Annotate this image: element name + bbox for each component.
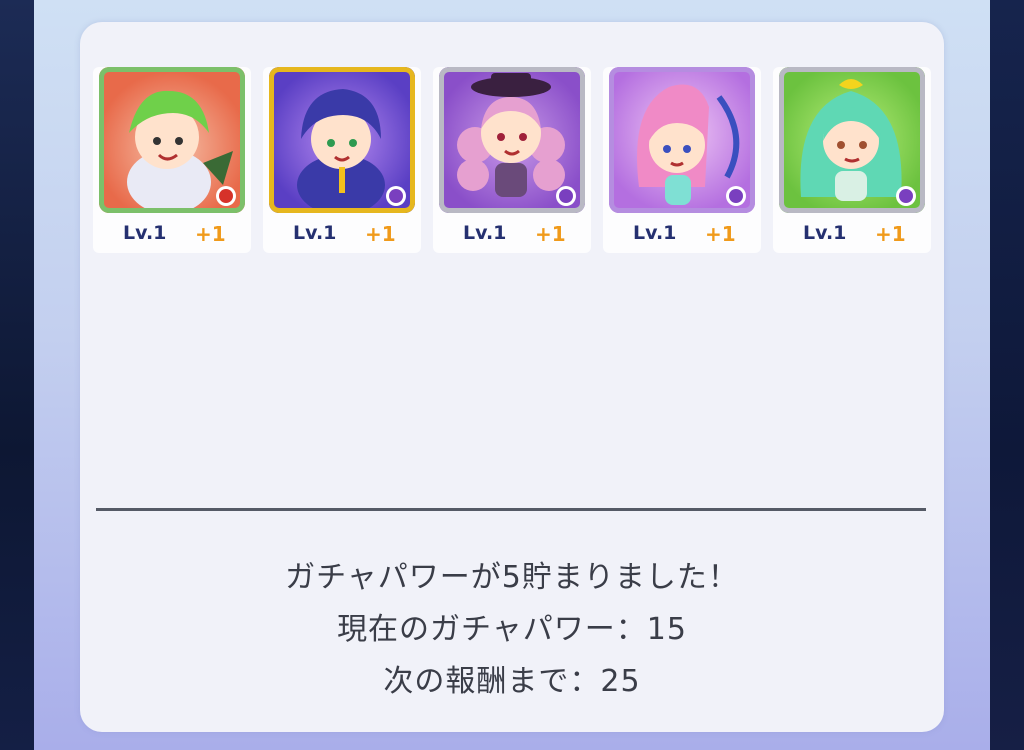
bonus-label: +1 — [875, 222, 906, 246]
bonus-label: +1 — [535, 222, 566, 246]
next-reward-text: 次の報酬まで：25 — [383, 664, 641, 699]
character-portrait — [609, 67, 755, 213]
purple-orb-icon — [386, 186, 406, 206]
background-right — [990, 0, 1024, 750]
bonus-label: +1 — [705, 222, 736, 246]
card-row: Lv.1 +1 Lv.1 +1 Lv.1 +1 Lv.1 +1 Lv.1 +1 — [93, 67, 933, 253]
current-gacha-power-text: 現在のガチャパワー：15 — [337, 612, 687, 647]
character-card[interactable]: Lv.1 +1 — [603, 67, 761, 253]
purple-orb-icon — [896, 186, 916, 206]
character-portrait — [99, 67, 245, 213]
character-portrait — [439, 67, 585, 213]
character-card[interactable]: Lv.1 +1 — [93, 67, 251, 253]
background-left — [0, 0, 34, 750]
character-portrait — [779, 67, 925, 213]
level-label: Lv.1 — [293, 222, 337, 244]
character-card[interactable]: Lv.1 +1 — [263, 67, 421, 253]
red-orb-icon — [216, 186, 236, 206]
level-label: Lv.1 — [803, 222, 847, 244]
level-label: Lv.1 — [463, 222, 507, 244]
character-card[interactable]: Lv.1 +1 — [773, 67, 931, 253]
bonus-label: +1 — [365, 222, 396, 246]
level-label: Lv.1 — [123, 222, 167, 244]
character-card[interactable]: Lv.1 +1 — [433, 67, 591, 253]
bonus-label: +1 — [195, 222, 226, 246]
level-label: Lv.1 — [633, 222, 677, 244]
gacha-power-gained-text: ガチャパワーが5貯まりました！ — [285, 560, 739, 595]
gacha-result-panel: Lv.1 +1 Lv.1 +1 Lv.1 +1 Lv.1 +1 Lv.1 +1 … — [80, 22, 944, 732]
character-portrait — [269, 67, 415, 213]
purple-orb-icon — [726, 186, 746, 206]
purple-orb-icon — [556, 186, 576, 206]
divider-line — [96, 508, 926, 511]
